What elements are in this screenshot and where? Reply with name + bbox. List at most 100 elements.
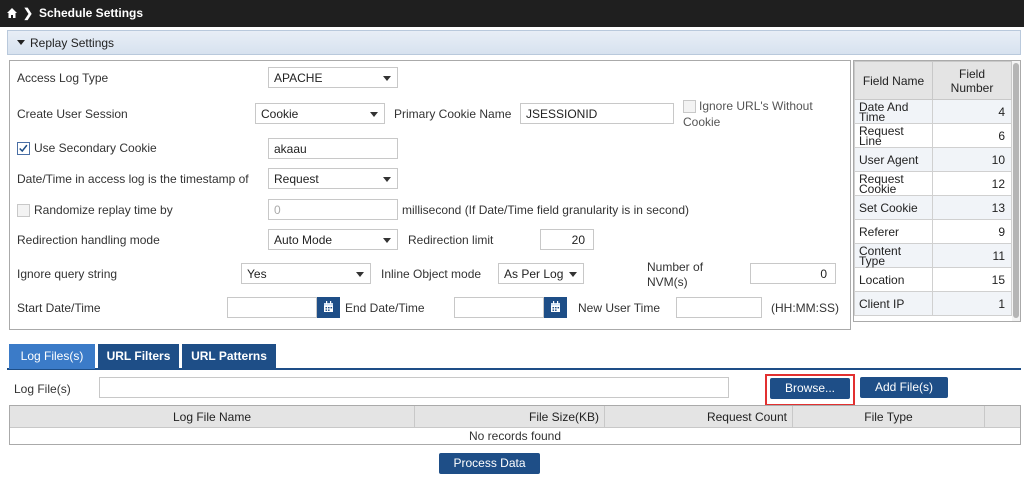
- field-number-cell: 13: [932, 195, 1012, 220]
- time-format-label: (HH:MM:SS): [771, 301, 839, 315]
- ignore-urls-label-line2: Cookie: [683, 115, 721, 129]
- field-number-cell: 15: [932, 267, 1012, 292]
- field-name-cell: Set Cookie: [854, 195, 933, 220]
- field-number-cell: 4: [932, 99, 1012, 124]
- checkmark-icon: [19, 144, 28, 153]
- secondary-cookie-input[interactable]: akaau: [268, 138, 398, 159]
- column-log-file-name[interactable]: Log File Name: [10, 406, 415, 428]
- timestamp-select[interactable]: Request: [268, 168, 398, 189]
- access-log-type-value: APACHE: [274, 71, 323, 85]
- browse-button[interactable]: Browse...: [770, 378, 850, 399]
- replay-settings-header[interactable]: Replay Settings: [7, 30, 1021, 55]
- millisecond-label: millisecond (If Date/Time field granular…: [402, 203, 689, 217]
- tab-log-files[interactable]: Log Files(s): [9, 344, 95, 369]
- new-user-time-input[interactable]: [676, 297, 762, 318]
- dropdown-arrow-icon: [383, 238, 391, 243]
- primary-cookie-name-input[interactable]: JSESSIONID: [520, 103, 674, 124]
- tab-url-filters[interactable]: URL Filters: [98, 344, 179, 369]
- field-name-cell: Request Cookie: [854, 171, 933, 196]
- randomize-checkbox[interactable]: [17, 204, 30, 217]
- field-number-cell: 12: [932, 171, 1012, 196]
- use-secondary-cookie-label: Use Secondary Cookie: [34, 141, 157, 155]
- field-name-cell: Date And Time: [854, 99, 933, 124]
- redirection-limit-label: Redirection limit: [408, 233, 494, 247]
- field-table-scroll-thumb[interactable]: [1013, 63, 1019, 318]
- start-date-calendar-button[interactable]: [317, 297, 340, 318]
- field-table-row[interactable]: Date And Time 4: [854, 99, 1012, 124]
- new-user-time-label: New User Time: [578, 301, 661, 315]
- column-request-count[interactable]: Request Count: [605, 406, 793, 428]
- use-secondary-cookie-checkbox[interactable]: [17, 142, 30, 155]
- ignore-query-select[interactable]: Yes: [241, 263, 371, 284]
- tab-url-patterns[interactable]: URL Patterns: [182, 344, 276, 369]
- no-records-text: No records found: [468, 429, 562, 443]
- end-date-input[interactable]: [454, 297, 544, 318]
- field-number-cell: 9: [932, 219, 1012, 244]
- field-number-cell: 6: [932, 123, 1012, 148]
- calendar-icon: [324, 301, 333, 312]
- timestamp-value: Request: [274, 172, 319, 186]
- field-table: Field Name Field Number Date And Time 4 Requ…: [853, 60, 1021, 322]
- field-table-row[interactable]: Location 15: [854, 267, 1012, 292]
- field-name-cell: Client IP: [854, 291, 933, 316]
- field-number-cell: 1: [932, 291, 1012, 316]
- start-date-label: Start Date/Time: [17, 301, 101, 315]
- column-file-size[interactable]: File Size(KB): [415, 406, 605, 428]
- field-table-row[interactable]: Referer 9: [854, 219, 1012, 244]
- access-log-type-label: Access Log Type: [17, 71, 109, 85]
- field-name-cell: User Agent: [854, 147, 933, 172]
- start-date-input[interactable]: [227, 297, 317, 318]
- field-name-cell: Referer: [854, 219, 933, 244]
- add-files-button[interactable]: Add File(s): [860, 377, 948, 398]
- calendar-icon: [551, 301, 560, 312]
- home-icon[interactable]: [6, 7, 18, 19]
- redirection-mode-value: Auto Mode: [274, 233, 333, 247]
- dropdown-arrow-icon: [569, 272, 577, 277]
- field-table-row[interactable]: Client IP 1: [854, 291, 1012, 316]
- log-files-input[interactable]: [99, 377, 729, 398]
- create-user-session-value: Cookie: [261, 107, 299, 121]
- field-name-cell: Content Type: [854, 243, 933, 268]
- dropdown-arrow-icon: [356, 272, 364, 277]
- process-data-button[interactable]: Process Data: [439, 453, 540, 474]
- end-date-calendar-button[interactable]: [544, 297, 567, 318]
- field-name-cell: Location: [854, 267, 933, 292]
- field-name-header: Field Name: [854, 61, 933, 100]
- nvm-label-line1: Number of: [647, 260, 704, 274]
- nvm-input[interactable]: 0: [750, 263, 836, 284]
- redirection-mode-label: Redirection handling mode: [17, 233, 160, 247]
- field-table-row[interactable]: Content Type 11: [854, 243, 1012, 268]
- field-table-row[interactable]: User Agent 10: [854, 147, 1012, 172]
- redirection-mode-select[interactable]: Auto Mode: [268, 229, 398, 250]
- field-number-cell: 10: [932, 147, 1012, 172]
- access-log-type-select[interactable]: APACHE: [268, 67, 398, 88]
- inline-object-select[interactable]: As Per Log: [498, 263, 584, 284]
- ignore-query-value: Yes: [247, 267, 267, 281]
- create-user-session-label: Create User Session: [17, 107, 128, 121]
- breadcrumb-title: Schedule Settings: [39, 6, 144, 20]
- chevron-right-icon: ❯: [23, 6, 34, 20]
- field-table-row[interactable]: Request Cookie 12: [854, 171, 1012, 196]
- randomize-label: Randomize replay time by: [34, 203, 173, 217]
- redirection-limit-input[interactable]: 20: [540, 229, 594, 250]
- column-file-type[interactable]: File Type: [793, 406, 985, 428]
- field-number-cell: 11: [932, 243, 1012, 268]
- log-files-table: Log File Name File Size(KB) Request Coun…: [9, 405, 1021, 445]
- inline-object-value: As Per Log: [504, 267, 564, 281]
- primary-cookie-name-label: Primary Cookie Name: [394, 107, 512, 121]
- dropdown-arrow-icon: [370, 112, 378, 117]
- column-extra: [985, 406, 1020, 428]
- ignore-urls-checkbox[interactable]: [683, 100, 696, 113]
- create-user-session-select[interactable]: Cookie: [255, 103, 385, 124]
- caret-down-icon: [17, 40, 25, 45]
- ignore-query-label: Ignore query string: [17, 267, 118, 281]
- inline-object-label: Inline Object mode: [381, 267, 482, 281]
- dropdown-arrow-icon: [383, 177, 391, 182]
- section-title: Replay Settings: [30, 36, 115, 50]
- randomize-input[interactable]: 0: [268, 199, 398, 220]
- field-table-row[interactable]: Request Line 6: [854, 123, 1012, 148]
- field-number-header: Field Number: [932, 61, 1012, 100]
- end-date-label: End Date/Time: [345, 301, 425, 315]
- field-table-row[interactable]: Set Cookie 13: [854, 195, 1012, 220]
- nvm-label-line2: NVM(s): [647, 275, 688, 289]
